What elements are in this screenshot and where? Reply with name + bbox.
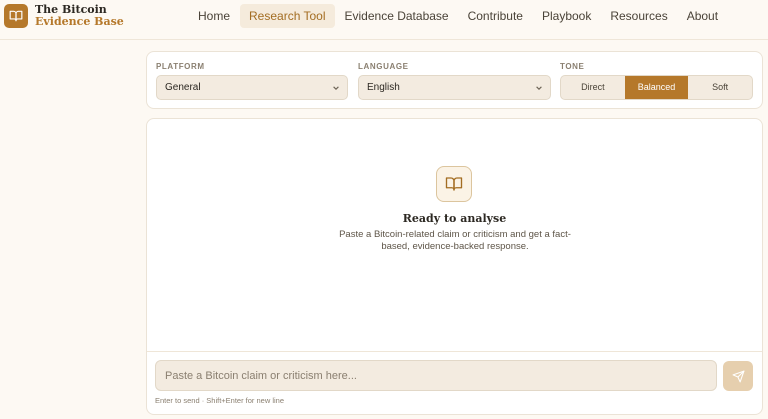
language-select[interactable]: English [358, 75, 551, 100]
empty-state-icon-frame [436, 166, 472, 202]
tone-direct-button[interactable]: Direct [561, 76, 625, 99]
message-composer: Enter to send · Shift+Enter for new line [147, 351, 762, 414]
settings-card: PLATFORM General LANGUAGE English TONE D… [146, 51, 763, 109]
send-icon [732, 370, 744, 382]
brand-name[interactable]: The Bitcoin Evidence Base [35, 4, 124, 28]
book-open-icon [9, 10, 23, 22]
empty-state-description: Paste a Bitcoin-related claim or critici… [339, 229, 571, 252]
empty-state-title: Ready to analyse [402, 212, 507, 225]
brand-logo[interactable] [4, 4, 28, 28]
chat-card: Ready to analyse Paste a Bitcoin-related… [146, 118, 763, 415]
language-value: English [367, 82, 400, 93]
chevron-down-icon [333, 86, 339, 90]
send-button[interactable] [723, 361, 753, 391]
brand-line-2: Evidence Base [35, 15, 124, 28]
composer-hint: Enter to send · Shift+Enter for new line [155, 396, 285, 405]
nav-playbook[interactable]: Playbook [533, 4, 600, 28]
nav-resources[interactable]: Resources [601, 4, 676, 28]
book-open-icon [445, 177, 463, 191]
nav-research-tool[interactable]: Research Tool [240, 4, 335, 28]
tone-segmented-control: Direct Balanced Soft [560, 75, 753, 100]
top-header: The Bitcoin Evidence Base Home Research … [0, 0, 768, 40]
main-nav: Home Research Tool Evidence Database Con… [189, 4, 728, 28]
nav-about[interactable]: About [678, 4, 727, 28]
platform-label: PLATFORM [156, 62, 205, 71]
platform-value: General [165, 82, 201, 93]
nav-home[interactable]: Home [189, 4, 239, 28]
platform-select[interactable]: General [156, 75, 348, 100]
tone-label: TONE [560, 62, 585, 71]
nav-contribute[interactable]: Contribute [459, 4, 532, 28]
claim-input[interactable] [155, 360, 717, 391]
nav-evidence-database[interactable]: Evidence Database [336, 4, 458, 28]
tone-soft-button[interactable]: Soft [688, 76, 752, 99]
tone-balanced-button[interactable]: Balanced [624, 76, 689, 99]
language-label: LANGUAGE [358, 62, 409, 71]
chevron-down-icon [536, 86, 542, 90]
